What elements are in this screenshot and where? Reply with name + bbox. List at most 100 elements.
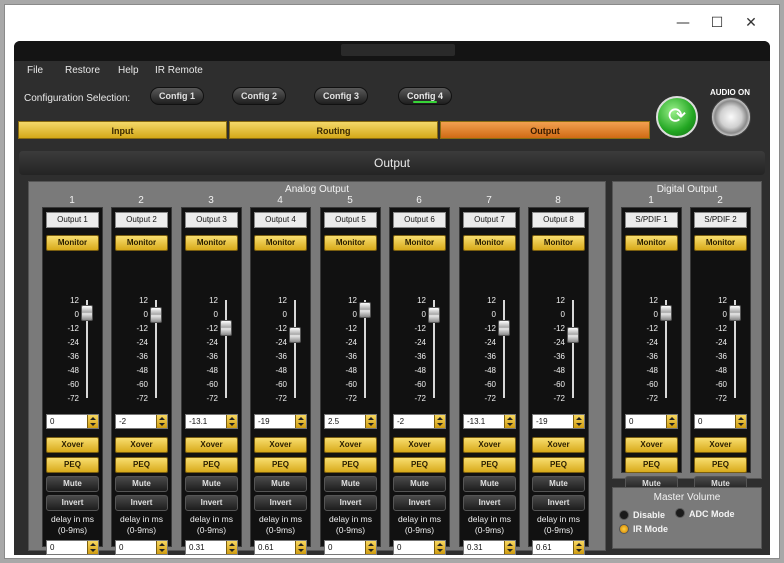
- output-name-field[interactable]: Output 8: [532, 212, 585, 228]
- peq-button[interactable]: PEQ: [324, 457, 377, 473]
- peq-button[interactable]: PEQ: [625, 457, 678, 473]
- invert-button[interactable]: Invert: [324, 495, 377, 511]
- output-name-field[interactable]: Output 6: [393, 212, 446, 228]
- gain-fader-knob[interactable]: [567, 327, 579, 343]
- delay-spinbox[interactable]: 0: [393, 540, 446, 555]
- spin-arrows-icon[interactable]: [87, 415, 98, 428]
- spin-arrows-icon[interactable]: [87, 541, 98, 554]
- peq-button[interactable]: PEQ: [115, 457, 168, 473]
- spin-arrows-icon[interactable]: [295, 541, 306, 554]
- gain-fader-knob[interactable]: [660, 305, 672, 321]
- invert-button[interactable]: Invert: [115, 495, 168, 511]
- mute-button[interactable]: Mute: [46, 476, 99, 492]
- peq-button[interactable]: PEQ: [46, 457, 99, 473]
- maximize-button[interactable]: ☐: [707, 13, 727, 33]
- output-name-field[interactable]: Output 4: [254, 212, 307, 228]
- radio-adc-mode[interactable]: [675, 508, 685, 518]
- minimize-button[interactable]: —: [673, 13, 693, 33]
- monitor-button[interactable]: Monitor: [694, 235, 747, 251]
- monitor-button[interactable]: Monitor: [324, 235, 377, 251]
- spin-arrows-icon[interactable]: [735, 415, 746, 428]
- output-name-field[interactable]: Output 5: [324, 212, 377, 228]
- spin-arrows-icon[interactable]: [504, 415, 515, 428]
- mute-button[interactable]: Mute: [254, 476, 307, 492]
- spin-arrows-icon[interactable]: [156, 541, 167, 554]
- peq-button[interactable]: PEQ: [393, 457, 446, 473]
- menu-help[interactable]: Help: [118, 65, 139, 76]
- gain-fader-knob[interactable]: [729, 305, 741, 321]
- radio-ir-mode[interactable]: [619, 524, 629, 534]
- peq-button[interactable]: PEQ: [185, 457, 238, 473]
- xover-button[interactable]: Xover: [324, 437, 377, 453]
- xover-button[interactable]: Xover: [46, 437, 99, 453]
- spin-arrows-icon[interactable]: [504, 541, 515, 554]
- delay-spinbox[interactable]: 0: [324, 540, 377, 555]
- spin-arrows-icon[interactable]: [666, 415, 677, 428]
- invert-button[interactable]: Invert: [46, 495, 99, 511]
- monitor-button[interactable]: Monitor: [393, 235, 446, 251]
- gain-spinbox[interactable]: 0: [46, 414, 99, 429]
- gain-fader-knob[interactable]: [359, 302, 371, 318]
- monitor-button[interactable]: Monitor: [115, 235, 168, 251]
- spin-arrows-icon[interactable]: [156, 415, 167, 428]
- sync-button[interactable]: ⟳: [656, 96, 698, 138]
- config-4-button[interactable]: Config 4: [398, 87, 452, 105]
- gain-spinbox[interactable]: 2.5: [324, 414, 377, 429]
- gain-spinbox[interactable]: -2: [115, 414, 168, 429]
- peq-button[interactable]: PEQ: [254, 457, 307, 473]
- monitor-button[interactable]: Monitor: [185, 235, 238, 251]
- gain-spinbox[interactable]: 0: [694, 414, 747, 429]
- invert-button[interactable]: Invert: [393, 495, 446, 511]
- xover-button[interactable]: Xover: [115, 437, 168, 453]
- gain-fader-knob[interactable]: [220, 320, 232, 336]
- gain-spinbox[interactable]: -13.1: [185, 414, 238, 429]
- menu-ir-remote[interactable]: IR Remote: [155, 65, 203, 76]
- mute-button[interactable]: Mute: [324, 476, 377, 492]
- spin-arrows-icon[interactable]: [365, 541, 376, 554]
- spin-arrows-icon[interactable]: [295, 415, 306, 428]
- monitor-button[interactable]: Monitor: [463, 235, 516, 251]
- delay-spinbox[interactable]: 0: [46, 540, 99, 555]
- peq-button[interactable]: PEQ: [694, 457, 747, 473]
- delay-spinbox[interactable]: 0: [115, 540, 168, 555]
- config-3-button[interactable]: Config 3: [314, 87, 368, 105]
- gain-spinbox[interactable]: -19: [532, 414, 585, 429]
- xover-button[interactable]: Xover: [185, 437, 238, 453]
- invert-button[interactable]: Invert: [254, 495, 307, 511]
- gain-fader-knob[interactable]: [428, 307, 440, 323]
- config-1-button[interactable]: Config 1: [150, 87, 204, 105]
- delay-spinbox[interactable]: 0.61: [254, 540, 307, 555]
- spin-arrows-icon[interactable]: [365, 415, 376, 428]
- mute-button[interactable]: Mute: [115, 476, 168, 492]
- config-2-button[interactable]: Config 2: [232, 87, 286, 105]
- menu-file[interactable]: File: [27, 65, 43, 76]
- gain-fader-knob[interactable]: [150, 307, 162, 323]
- monitor-button[interactable]: Monitor: [254, 235, 307, 251]
- output-name-field[interactable]: Output 1: [46, 212, 99, 228]
- spin-arrows-icon[interactable]: [434, 415, 445, 428]
- spin-arrows-icon[interactable]: [226, 415, 237, 428]
- audio-on-button[interactable]: [711, 97, 751, 137]
- gain-spinbox[interactable]: -2: [393, 414, 446, 429]
- invert-button[interactable]: Invert: [532, 495, 585, 511]
- delay-spinbox[interactable]: 0.31: [463, 540, 516, 555]
- monitor-button[interactable]: Monitor: [532, 235, 585, 251]
- monitor-button[interactable]: Monitor: [625, 235, 678, 251]
- mute-button[interactable]: Mute: [185, 476, 238, 492]
- tab-routing[interactable]: Routing: [229, 121, 438, 139]
- radio-disable[interactable]: [619, 510, 629, 520]
- tab-input[interactable]: Input: [18, 121, 227, 139]
- output-name-field[interactable]: S/PDIF 1: [625, 212, 678, 228]
- output-name-field[interactable]: S/PDIF 2: [694, 212, 747, 228]
- spin-arrows-icon[interactable]: [573, 541, 584, 554]
- delay-spinbox[interactable]: 0.61: [532, 540, 585, 555]
- close-button[interactable]: ✕: [741, 13, 761, 33]
- monitor-button[interactable]: Monitor: [46, 235, 99, 251]
- gain-spinbox[interactable]: 0: [625, 414, 678, 429]
- delay-spinbox[interactable]: 0.31: [185, 540, 238, 555]
- gain-fader-knob[interactable]: [81, 305, 93, 321]
- output-name-field[interactable]: Output 2: [115, 212, 168, 228]
- gain-fader-knob[interactable]: [289, 327, 301, 343]
- spin-arrows-icon[interactable]: [226, 541, 237, 554]
- invert-button[interactable]: Invert: [185, 495, 238, 511]
